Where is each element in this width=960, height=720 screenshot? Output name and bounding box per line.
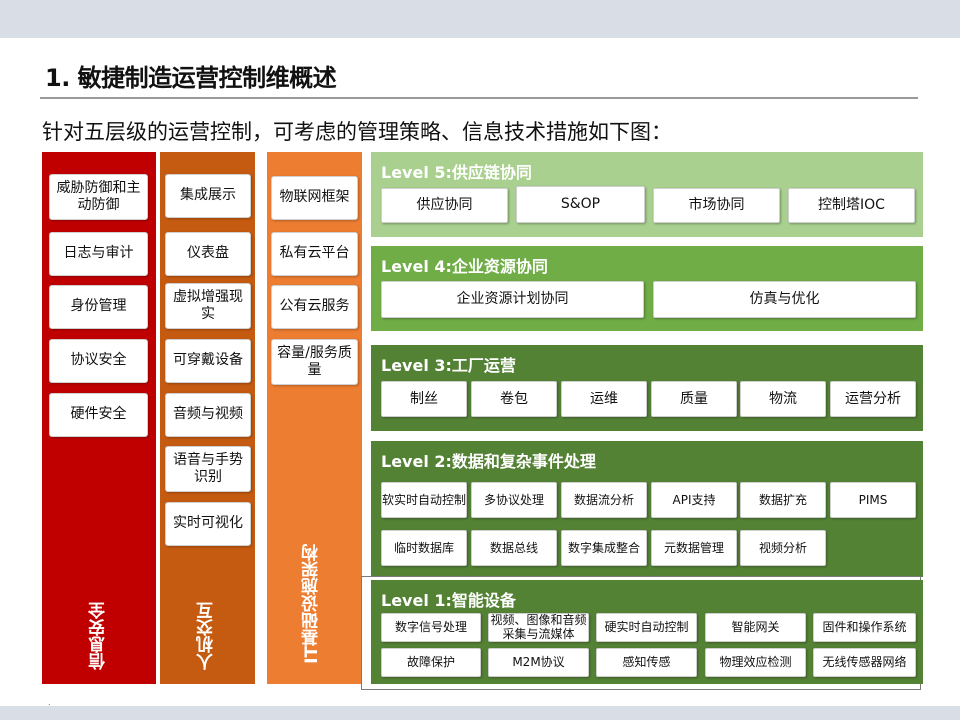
security-item: 身份管理 [49, 285, 148, 329]
level-1-item: 智能网关 [705, 613, 806, 642]
infra-item: 物联网框架 [271, 176, 358, 220]
level-5-item: S&OP [516, 186, 645, 223]
security-item: 日志与审计 [49, 232, 148, 276]
level-4-item: 企业资源计划协同 [381, 281, 644, 318]
level-5-panel: Level 5:供应链协同 供应协同 S&OP 市场协同 控制塔IOC [371, 152, 923, 237]
level-1-item: 物理效应检测 [705, 648, 806, 677]
level-2-item: 多协议处理 [471, 482, 557, 518]
level-1-item: 硬实时自动控制 [596, 613, 697, 642]
level-2-item: 数据总线 [471, 530, 557, 566]
level-1-item: 视频、图像和音频采集与流媒体 [488, 613, 589, 642]
level-2-item: 临时数据库 [381, 530, 467, 566]
hci-item: 实时可视化 [165, 502, 251, 546]
security-item: 威胁防御和主动防御 [49, 174, 148, 220]
level-1-item: M2M协议 [488, 648, 589, 677]
level-3-item: 制丝 [381, 381, 467, 417]
level-2-title: Level 2:数据和复杂事件处理 [381, 452, 596, 471]
level-1-item: 固件和操作系统 [813, 613, 916, 642]
level-1-item: 故障保护 [381, 648, 481, 677]
level-2-item: 数据扩充 [740, 482, 826, 518]
level-3-item: 物流 [740, 381, 826, 417]
hci-column-label: 人机交互 [197, 602, 217, 670]
level-4-title: Level 4:企业资源协同 [381, 257, 548, 276]
security-item: 协议安全 [49, 339, 148, 383]
level-3-item: 运维 [561, 381, 647, 417]
level-2-item: 数据流分析 [561, 482, 647, 518]
level-2-item: 数字集成整合 [561, 530, 647, 566]
level-5-title: Level 5:供应链协同 [381, 163, 532, 182]
security-item: 硬件安全 [49, 393, 148, 437]
level-2-item: API支持 [651, 482, 737, 518]
column-security: 威胁防御和主动防御 日志与审计 身份管理 协议安全 硬件安全 信息安全 [42, 152, 156, 684]
infra-item: 私有云平台 [271, 232, 358, 276]
level-3-title: Level 3:工厂运营 [381, 356, 516, 375]
level-3-item: 质量 [651, 381, 737, 417]
level-5-item: 供应协同 [381, 188, 508, 223]
infra-item: 容量/服务质量 [271, 339, 358, 385]
level-1-item: 无线传感器网络 [813, 648, 916, 677]
level-1-item: 数字信号处理 [381, 613, 481, 642]
title-divider [40, 97, 918, 99]
level-3-item: 卷包 [471, 381, 557, 417]
hci-item: 集成展示 [165, 174, 251, 218]
infra-item: 公有云服务 [271, 285, 358, 329]
level-4-item: 仿真与优化 [653, 281, 916, 318]
level-4-panel: Level 4:企业资源协同 企业资源计划协同 仿真与优化 [371, 246, 923, 331]
page-title: 1. 敏捷制造运营控制维概述 [45, 64, 337, 92]
level-2-item: PIMS [830, 482, 916, 518]
level-2-item: 元数据管理 [651, 530, 737, 566]
column-infra: 物联网框架 私有云平台 公有云服务 容量/服务质量 IT基础设施架构 [267, 152, 362, 684]
hci-item: 仪表盘 [165, 232, 251, 276]
bottom-band [0, 706, 960, 720]
hci-item: 可穿戴设备 [165, 339, 251, 383]
page-subtitle: 针对五层级的运营控制，可考虑的管理策略、信息技术措施如下图： [42, 120, 672, 144]
level-2-item: 软实时自动控制 [381, 482, 467, 518]
infra-column-label: IT基础设施架构 [302, 544, 322, 664]
level-2-item: 视频分析 [740, 530, 826, 566]
column-hci: 集成展示 仪表盘 虚拟增强现实 可穿戴设备 音频与视频 语音与手势识别 实时可视… [160, 152, 255, 684]
hci-item: 语音与手势识别 [165, 446, 251, 492]
level-5-item: 市场协同 [653, 188, 780, 223]
level-2-panel: Level 2:数据和复杂事件处理 软实时自动控制 多协议处理 数据流分析 AP… [371, 441, 923, 577]
hci-item: 音频与视频 [165, 393, 251, 437]
level-3-item: 运营分析 [830, 381, 916, 417]
level-1-title: Level 1:智能设备 [381, 591, 516, 610]
security-column-label: 信息安全 [89, 602, 109, 670]
top-band [0, 0, 960, 38]
level-3-panel: Level 3:工厂运营 制丝 卷包 运维 质量 物流 运营分析 [371, 345, 923, 431]
level-1-panel: Level 1:智能设备 数字信号处理 视频、图像和音频采集与流媒体 硬实时自动… [371, 580, 923, 684]
level-5-item: 控制塔IOC [788, 188, 915, 223]
level-1-item: 感知传感 [596, 648, 697, 677]
hci-item: 虚拟增强现实 [165, 283, 251, 329]
